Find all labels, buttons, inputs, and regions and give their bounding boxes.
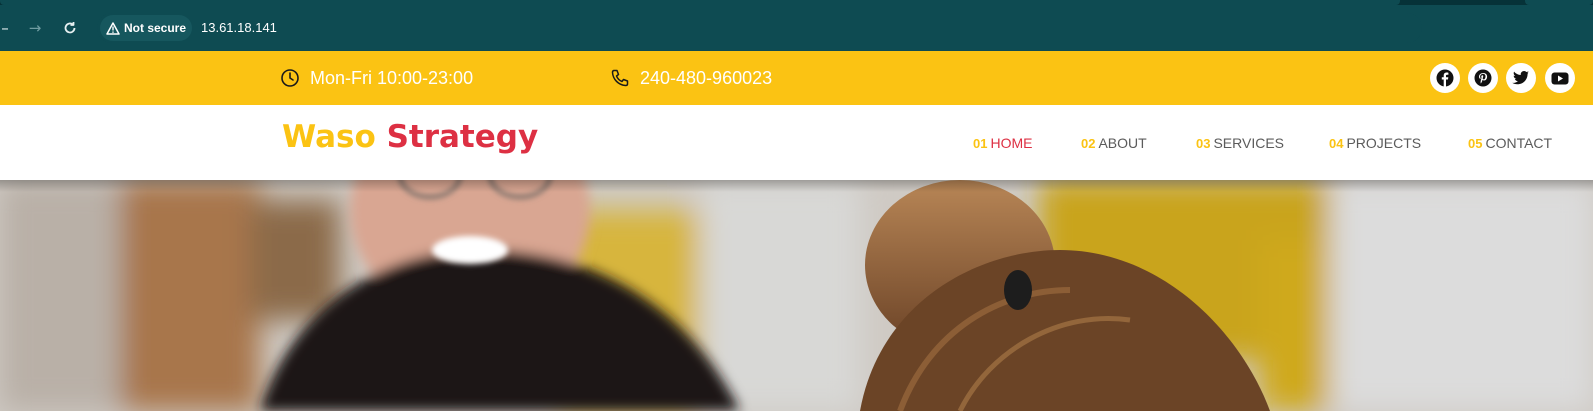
clock-icon <box>281 69 299 87</box>
warning-icon <box>106 21 120 35</box>
top-info-bar: Mon-Fri 10:00-23:00 240-480-960023 <box>0 51 1593 105</box>
nav-item-number: 04 <box>1329 136 1344 151</box>
phone-number[interactable]: 240-480-960023 <box>610 51 772 105</box>
security-indicator[interactable]: Not secure <box>100 15 192 41</box>
nav-item-label: SERVICES <box>1213 135 1285 151</box>
hero-image <box>0 180 1593 411</box>
twitter-icon[interactable] <box>1506 63 1536 93</box>
nav-item-number: 05 <box>1468 136 1483 151</box>
phone-icon <box>611 69 629 87</box>
browser-tab[interactable] <box>1525 0 1593 5</box>
nav-item-about[interactable]: 02 ABOUT <box>1081 135 1147 151</box>
nav-item-home[interactable]: 01 HOME <box>973 135 1032 151</box>
nav-item-services[interactable]: 03 SERVICES <box>1196 135 1284 151</box>
browser-tabstrip <box>0 0 1593 5</box>
opening-hours: Mon-Fri 10:00-23:00 <box>280 51 473 105</box>
nav-item-label: HOME <box>990 135 1033 151</box>
header-shadow <box>0 180 1593 192</box>
url-text[interactable]: 13.61.18.141 <box>201 20 277 35</box>
site-logo[interactable]: Waso Strategy <box>282 119 538 155</box>
nav-item-number: 03 <box>1196 136 1211 151</box>
youtube-icon[interactable] <box>1545 63 1575 93</box>
nav-item-label: CONTACT <box>1485 135 1553 151</box>
logo-second-word: Strategy <box>386 119 539 155</box>
site-header: Waso Strategy 01 HOME 02 ABOUT 03 SERVICES … <box>0 105 1593 180</box>
facebook-icon[interactable] <box>1430 63 1460 93</box>
browser-tab[interactable] <box>0 0 1400 5</box>
logo-first-word: Waso <box>282 119 376 155</box>
reload-icon[interactable] <box>59 17 81 39</box>
back-icon[interactable]: – <box>0 17 16 39</box>
security-label: Not secure <box>124 21 187 35</box>
nav-item-label: ABOUT <box>1098 135 1147 151</box>
pinterest-icon[interactable] <box>1468 63 1498 93</box>
phone-number-text[interactable]: 240-480-960023 <box>640 68 772 89</box>
nav-item-number: 02 <box>1081 136 1096 151</box>
nav-item-number: 01 <box>973 136 988 151</box>
opening-hours-text: Mon-Fri 10:00-23:00 <box>310 67 474 88</box>
nav-item-label: PROJECTS <box>1346 135 1422 151</box>
nav-item-projects[interactable]: 04 PROJECTS <box>1329 135 1421 151</box>
nav-item-contact[interactable]: 05 CONTACT <box>1468 135 1552 151</box>
forward-icon[interactable]: → <box>24 17 46 39</box>
hero-photo <box>0 180 1593 411</box>
address-bar[interactable] <box>97 13 1422 43</box>
